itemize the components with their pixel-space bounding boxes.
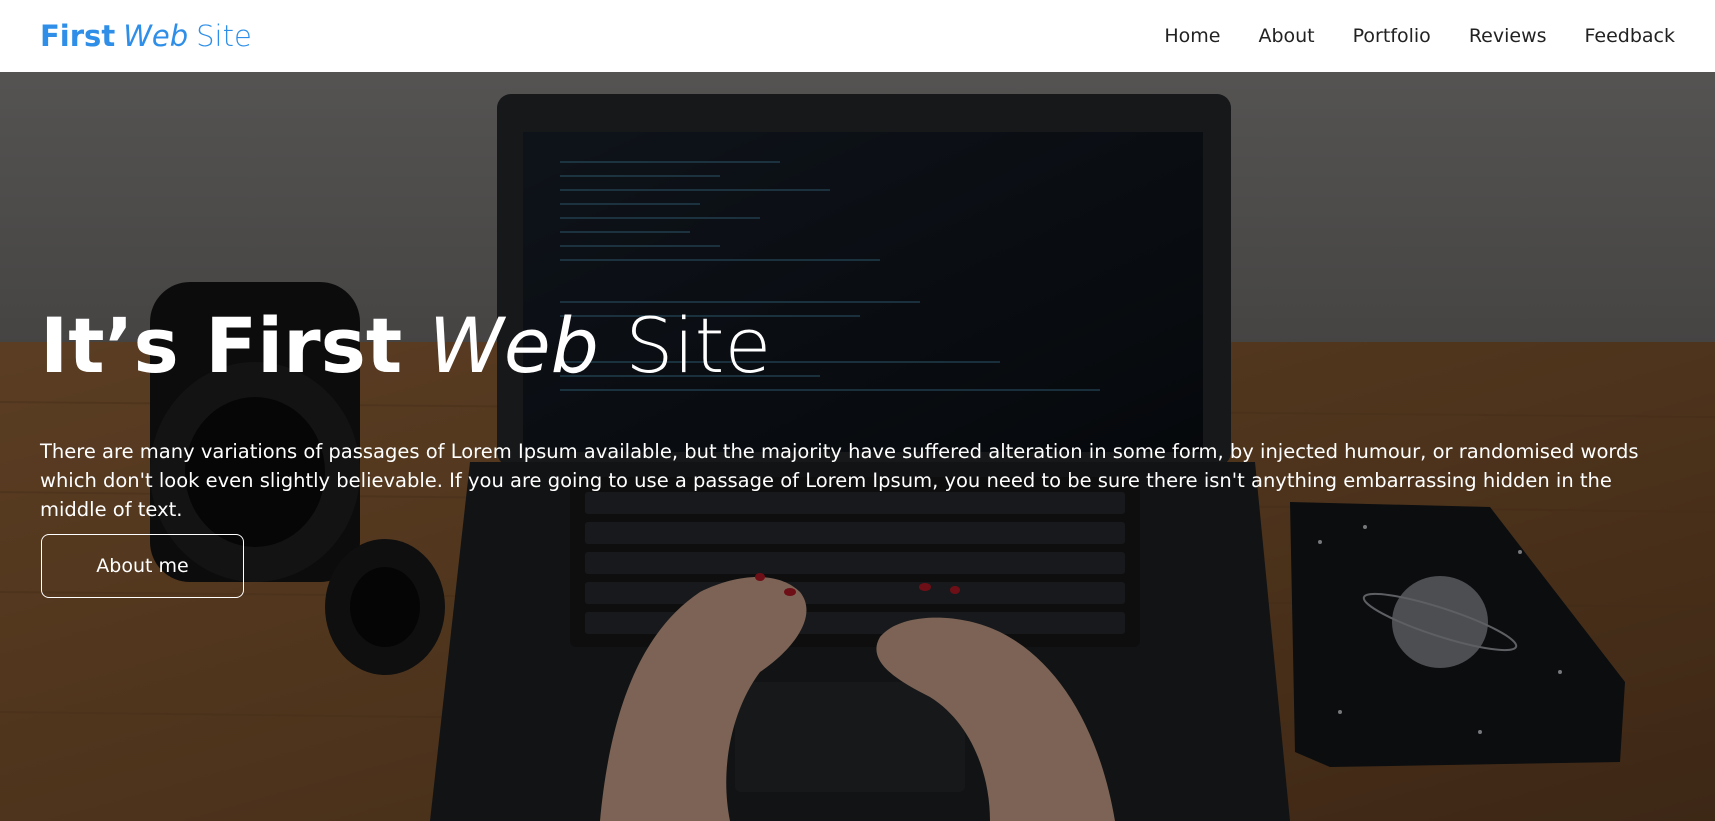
nav-reviews[interactable]: Reviews: [1469, 25, 1547, 47]
hero-description: There are many variations of passages of…: [40, 440, 1639, 521]
nav-portfolio[interactable]: Portfolio: [1353, 25, 1431, 47]
brand-first: First: [40, 18, 116, 53]
nav-home[interactable]: Home: [1164, 25, 1220, 47]
hero-title-part2: First: [205, 301, 403, 390]
nav-menu: Home About Portfolio Reviews Feedback: [1164, 25, 1675, 47]
nav-about[interactable]: About: [1258, 25, 1314, 47]
about-me-button[interactable]: About me: [41, 534, 244, 598]
navbar: First Web Site Home About Portfolio Revi…: [0, 0, 1715, 72]
brand-web: Web: [123, 18, 189, 53]
brand-site: Site: [196, 18, 252, 53]
nav-feedback[interactable]: Feedback: [1585, 25, 1675, 47]
hero-title-part3: Web: [428, 301, 599, 390]
hero-title: It’s First Web Site: [40, 302, 771, 389]
brand-logo[interactable]: First Web Site: [40, 18, 252, 53]
hero-section: It’s First Web Site There are many varia…: [0, 72, 1715, 821]
hero-title-part1: It’s: [40, 301, 179, 390]
hero-title-part4: Site: [625, 301, 772, 390]
